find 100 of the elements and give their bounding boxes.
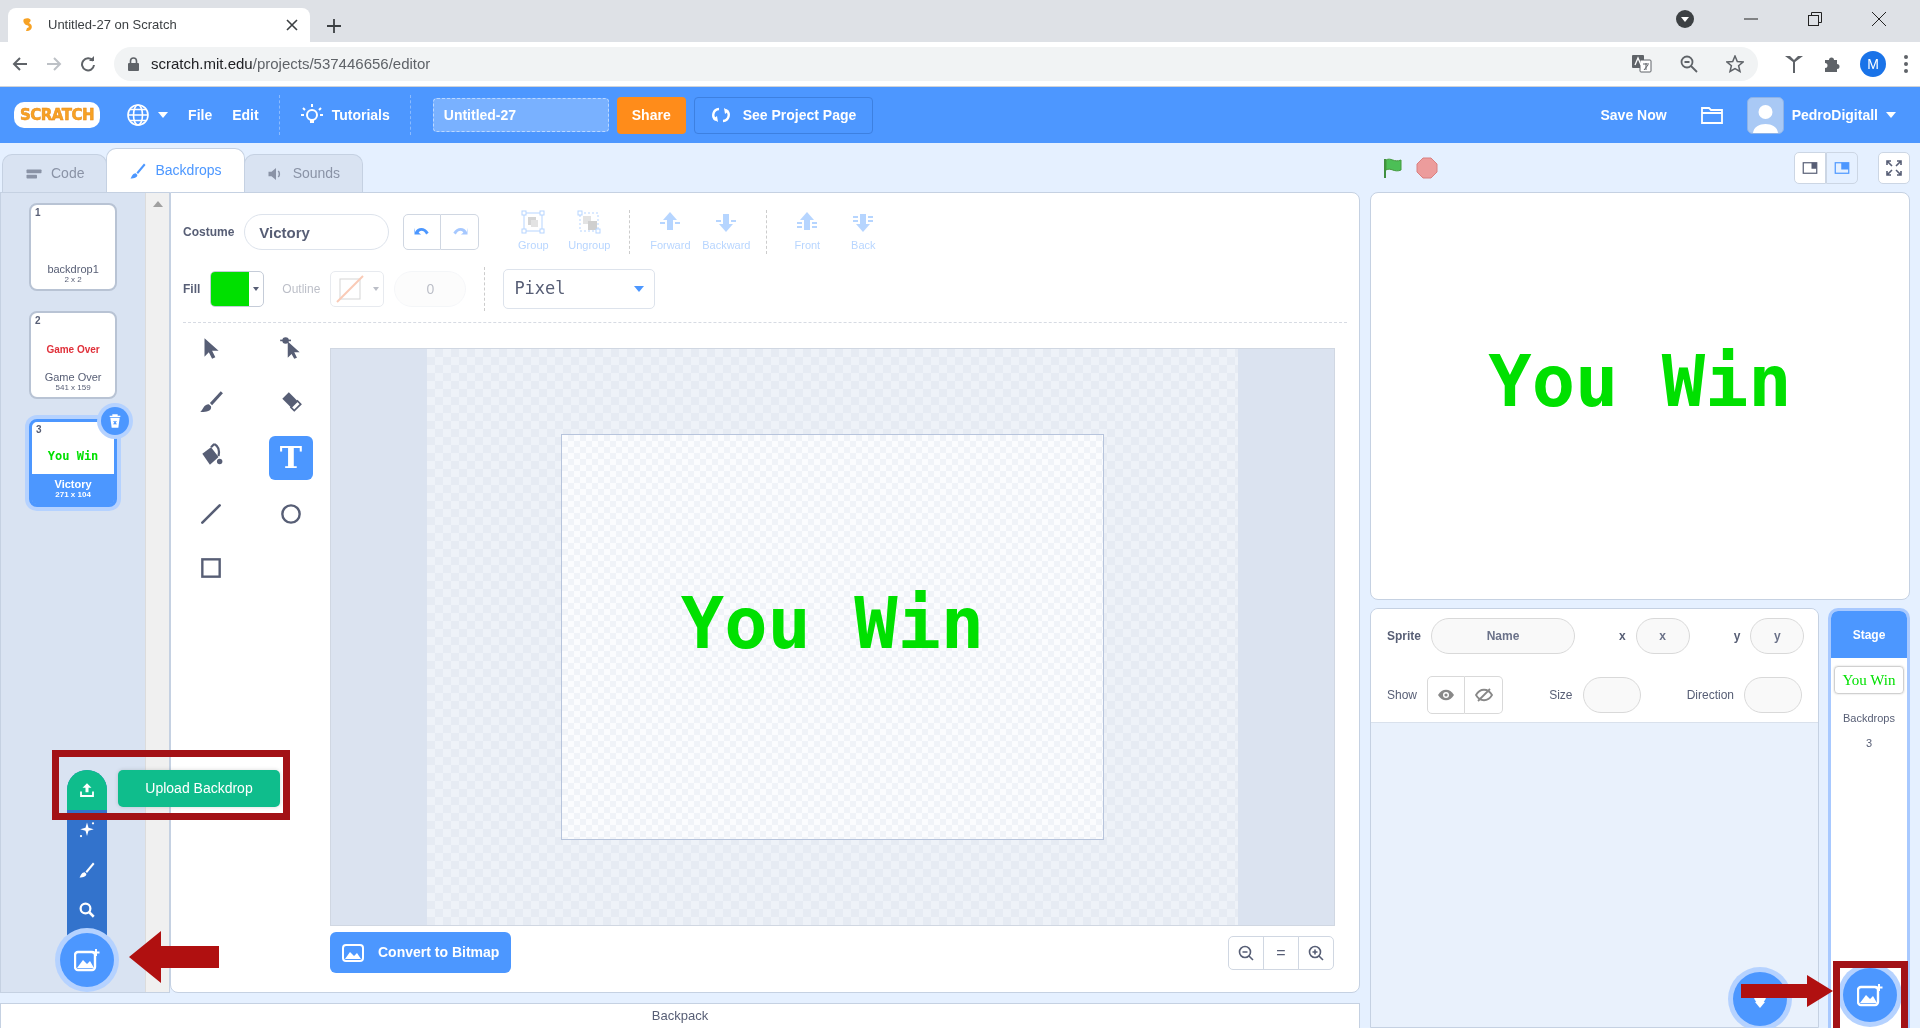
normal-stage-button[interactable] bbox=[1826, 151, 1858, 184]
backdrop-name: Game Over bbox=[43, 371, 103, 383]
delete-button[interactable] bbox=[101, 407, 130, 435]
size-field[interactable] bbox=[1582, 676, 1641, 713]
project-title-field[interactable]: Untitled-27 bbox=[432, 98, 609, 132]
backdrop-size: 2 x 2 bbox=[63, 275, 83, 286]
folder-icon[interactable] bbox=[1700, 106, 1723, 124]
caret-icon bbox=[634, 285, 645, 292]
x-field[interactable]: x bbox=[1635, 617, 1690, 654]
fill-label: Fill bbox=[183, 280, 201, 298]
outline-label: Outline bbox=[282, 280, 321, 298]
fullscreen-icon bbox=[1886, 159, 1902, 176]
zoom-icon[interactable] bbox=[1680, 55, 1698, 73]
stage-title: Stage bbox=[1852, 626, 1886, 644]
menu-item[interactable]: File bbox=[178, 87, 223, 143]
y-label: y bbox=[1733, 627, 1741, 645]
zoom-out-icon bbox=[1238, 944, 1254, 961]
brush-icon bbox=[78, 861, 96, 879]
avatar-icon bbox=[1746, 96, 1784, 134]
backdrop-number: 2 bbox=[34, 314, 42, 328]
caret-icon bbox=[1886, 112, 1896, 118]
profile-button[interactable]: M bbox=[1860, 51, 1886, 77]
fullscreen-button[interactable] bbox=[1878, 151, 1910, 184]
zoom-out-button[interactable] bbox=[1228, 935, 1264, 970]
paint-canvas[interactable]: You Win bbox=[330, 348, 1335, 926]
menu-icon[interactable] bbox=[1904, 55, 1908, 73]
font-dropdown[interactable]: Pixel bbox=[503, 268, 656, 309]
backdrop-name: backdrop1 bbox=[46, 263, 100, 275]
fill-color-picker[interactable] bbox=[210, 270, 265, 307]
image-plus-icon bbox=[74, 948, 100, 972]
convert-to-bitmap-button[interactable]: Convert to Bitmap bbox=[330, 932, 512, 973]
costume-name-field[interactable]: Victory bbox=[244, 214, 390, 250]
backdrop-number: 3 bbox=[35, 423, 43, 437]
tab-title: Untitled-27 on Scratch bbox=[48, 16, 178, 35]
small-stage-button[interactable] bbox=[1794, 151, 1826, 184]
menu-item[interactable]: Edit bbox=[222, 87, 269, 143]
save-now-button[interactable]: Save Now bbox=[1590, 87, 1677, 143]
editor-tab[interactable]: Backdrops bbox=[106, 148, 245, 192]
share-button[interactable]: Share bbox=[616, 96, 686, 134]
refresh-icon bbox=[710, 107, 731, 123]
search-icon bbox=[78, 901, 96, 919]
close-icon[interactable] bbox=[1872, 12, 1886, 26]
undo-button[interactable] bbox=[403, 214, 442, 250]
new-tab-icon[interactable] bbox=[326, 18, 342, 34]
upload-icon bbox=[78, 781, 96, 799]
circle-icon bbox=[278, 501, 304, 527]
eye-slash-icon bbox=[1474, 687, 1493, 702]
sprite-name-field[interactable]: Name bbox=[1431, 617, 1575, 654]
restore-icon[interactable] bbox=[1808, 12, 1822, 26]
address-bar[interactable]: scratch.mit.edu/projects/537446656/editor bbox=[114, 47, 1758, 81]
stage[interactable]: You Win bbox=[1370, 192, 1910, 600]
hide-button[interactable] bbox=[1465, 675, 1504, 714]
square-icon bbox=[198, 555, 224, 581]
direction-label: Direction bbox=[1686, 686, 1734, 704]
sparkle-icon bbox=[78, 821, 96, 839]
funnel-icon[interactable] bbox=[1784, 54, 1804, 74]
text-tool[interactable]: T bbox=[269, 436, 313, 480]
reload-icon[interactable] bbox=[80, 56, 96, 72]
translate-icon[interactable] bbox=[1632, 55, 1652, 73]
back-icon[interactable] bbox=[12, 56, 28, 72]
image-icon bbox=[342, 943, 364, 962]
upload-backdrop-tooltip: Upload Backdrop bbox=[118, 770, 280, 807]
bookmark-star-icon[interactable] bbox=[1726, 55, 1744, 73]
caret-icon bbox=[253, 286, 260, 291]
scratch-logo[interactable]: SCRATCH bbox=[14, 101, 101, 129]
show-label: Show bbox=[1387, 686, 1418, 704]
stage-text: You Win bbox=[1488, 345, 1792, 417]
backdrops-count: 3 bbox=[1864, 735, 1874, 751]
account-menu[interactable]: PedroDigitall bbox=[1746, 87, 1906, 143]
brush-icon bbox=[129, 161, 148, 180]
group-icon bbox=[521, 210, 546, 235]
thumbnail-text: You Win bbox=[47, 449, 99, 462]
stage-thumbnail: You Win bbox=[1834, 666, 1904, 694]
y-field[interactable]: y bbox=[1750, 617, 1805, 654]
dropdown-icon[interactable] bbox=[1676, 10, 1694, 28]
lock-icon bbox=[128, 57, 139, 71]
line-icon bbox=[198, 501, 224, 527]
sprite-label: Sprite bbox=[1387, 627, 1421, 645]
caret-icon bbox=[158, 112, 169, 118]
backdrop-card[interactable]: 1 backdrop1 2 x 2 bbox=[29, 203, 118, 291]
url-text: scratch.mit.edu/projects/537446656/editor bbox=[151, 53, 432, 74]
flag-icon[interactable] bbox=[1382, 156, 1404, 179]
editor-tab[interactable]: Sounds bbox=[243, 154, 364, 192]
zoom-reset-button[interactable]: = bbox=[1263, 935, 1299, 970]
tutorials-button[interactable]: Tutorials bbox=[289, 87, 400, 143]
caret-icon bbox=[373, 286, 380, 291]
eye-icon bbox=[1437, 688, 1456, 701]
direction-field[interactable] bbox=[1744, 676, 1802, 713]
see-project-page-button[interactable]: See Project Page bbox=[693, 96, 874, 134]
show-button[interactable] bbox=[1427, 675, 1466, 714]
size-label: Size bbox=[1549, 686, 1573, 704]
canvas-text[interactable]: You Win bbox=[680, 587, 985, 659]
backpack-bar[interactable]: Backpack bbox=[0, 1003, 1360, 1028]
backdrop-card[interactable]: 2 Game Over Game Over 541 x 159 bbox=[29, 311, 118, 399]
browser-tab[interactable]: Untitled-27 on Scratch bbox=[8, 8, 310, 42]
close-icon[interactable] bbox=[286, 19, 298, 31]
ungroup-icon bbox=[577, 210, 602, 235]
editor-tab[interactable]: Code bbox=[2, 154, 108, 192]
costume-label: Costume bbox=[183, 224, 235, 241]
zoom-in-button[interactable] bbox=[1298, 935, 1334, 970]
